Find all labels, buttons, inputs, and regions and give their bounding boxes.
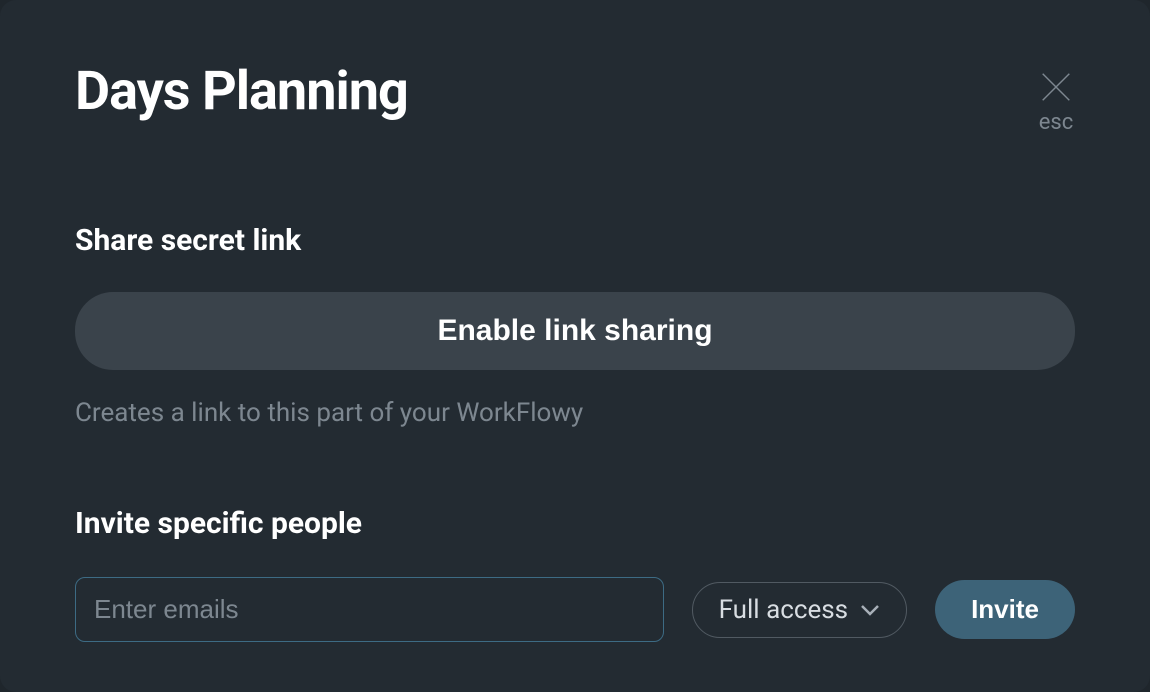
invite-heading: Invite specific people bbox=[75, 506, 1075, 541]
invite-row: Full access Invite bbox=[75, 577, 1075, 642]
share-link-heading: Share secret link bbox=[75, 223, 1075, 258]
esc-label: esc bbox=[1039, 110, 1074, 135]
share-link-section: Share secret link Enable link sharing Cr… bbox=[75, 223, 1075, 428]
invite-section: Invite specific people Full access Invit… bbox=[75, 506, 1075, 642]
access-level-dropdown[interactable]: Full access bbox=[692, 582, 908, 638]
email-input[interactable] bbox=[75, 577, 664, 642]
chevron-down-icon bbox=[860, 604, 880, 616]
access-level-label: Full access bbox=[719, 595, 849, 625]
share-link-helper-text: Creates a link to this part of your Work… bbox=[75, 398, 1075, 428]
share-modal: Days Planning esc Share secret link Enab… bbox=[0, 0, 1150, 692]
close-button[interactable]: esc bbox=[1037, 68, 1075, 135]
enable-link-sharing-button[interactable]: Enable link sharing bbox=[75, 292, 1075, 370]
close-icon bbox=[1037, 68, 1075, 106]
invite-button[interactable]: Invite bbox=[935, 580, 1075, 639]
modal-header: Days Planning esc bbox=[75, 60, 1075, 135]
modal-title: Days Planning bbox=[75, 60, 408, 123]
